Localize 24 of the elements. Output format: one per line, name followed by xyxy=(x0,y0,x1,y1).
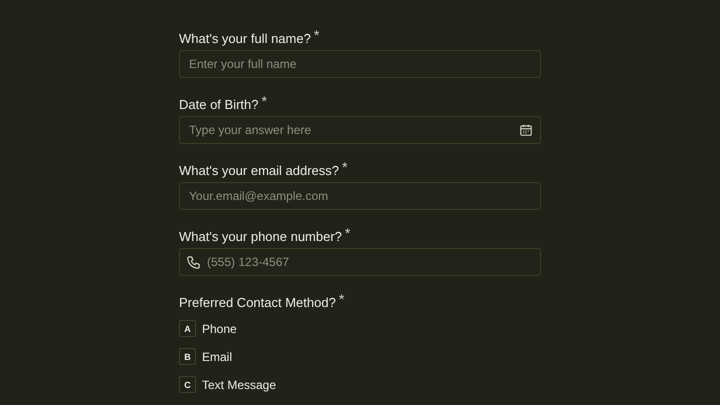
choice-option[interactable]: A Phone xyxy=(179,320,237,337)
option-label: Email xyxy=(202,350,232,364)
required-mark: * xyxy=(344,226,350,240)
input-field[interactable]: Your.email@example.com xyxy=(179,182,541,210)
question-label: What's your phone number? xyxy=(179,228,342,246)
option-label: Phone xyxy=(202,322,237,336)
required-mark: * xyxy=(262,94,267,108)
question-label: Date of Birth? xyxy=(179,96,258,114)
input-field[interactable]: Type your answer here xyxy=(179,116,541,144)
choice-option[interactable]: C Text Message xyxy=(179,376,276,393)
required-mark: * xyxy=(342,160,348,174)
question-label: What's your email address? xyxy=(179,162,339,180)
calendar-icon[interactable] xyxy=(519,123,533,137)
option-label: Text Message xyxy=(202,378,276,392)
question-label: Preferred Contact Method? xyxy=(179,294,336,312)
option-key: B xyxy=(179,348,196,365)
input-field[interactable]: Enter your full name xyxy=(179,50,541,78)
choice-option[interactable]: B Email xyxy=(179,348,232,365)
option-key: C xyxy=(179,376,196,393)
option-key: A xyxy=(179,320,196,337)
input-field[interactable]: (555) 123-4567 xyxy=(179,248,541,276)
question-label: What's your full name? xyxy=(179,30,311,48)
required-mark: * xyxy=(314,28,320,42)
required-mark: * xyxy=(338,292,344,306)
